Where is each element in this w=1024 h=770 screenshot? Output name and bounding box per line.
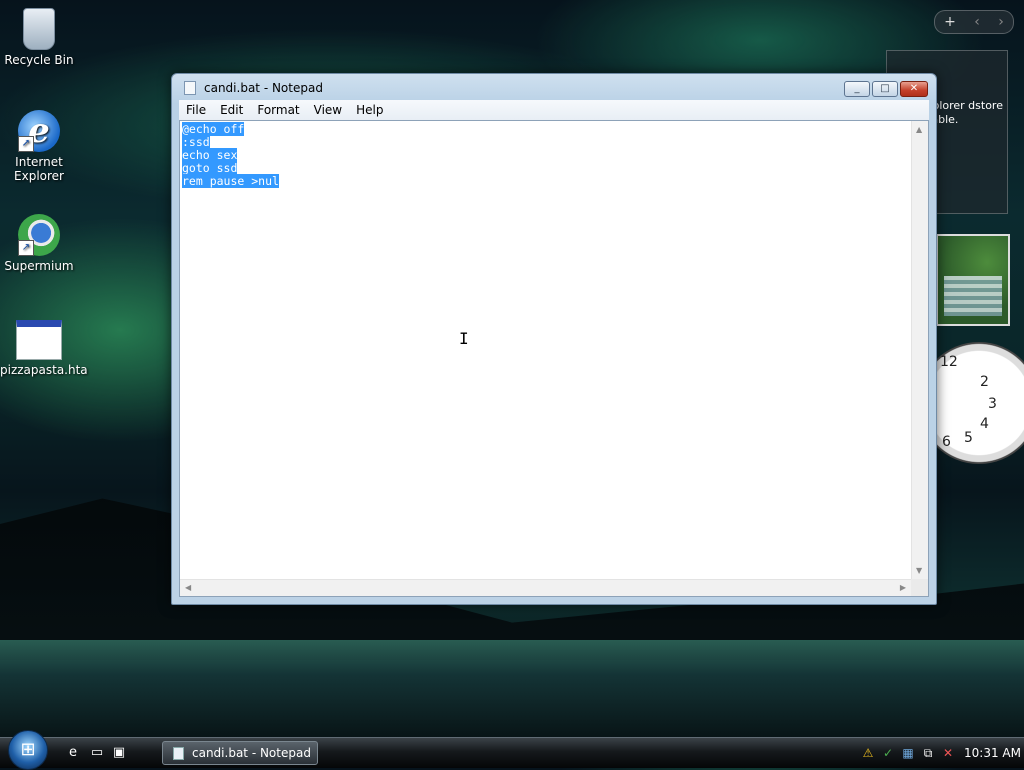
editor-line: goto ssd xyxy=(182,161,238,175)
system-tray: ⚠ ✓ ▦ ⧉ ✕ 10:31 AM xyxy=(856,738,1024,768)
clock-face-12: 12 xyxy=(940,354,958,370)
editor-line: @echo off xyxy=(182,122,245,136)
notepad-window[interactable]: candi.bat - Notepad _ □ ✕ File Edit Form… xyxy=(171,73,937,605)
volume-muted-icon[interactable]: ✕ xyxy=(940,745,956,761)
clock-face-6: 6 xyxy=(942,434,951,450)
taskbar-clock[interactable]: 10:31 AM xyxy=(964,746,1021,760)
menu-file[interactable]: File xyxy=(179,103,213,117)
text-cursor-icon: I xyxy=(459,329,469,348)
sidebar-next-icon[interactable]: › xyxy=(998,14,1004,30)
scroll-down-icon[interactable]: ▼ xyxy=(916,566,922,575)
clock-face-3: 3 xyxy=(988,396,997,412)
switch-windows-icon[interactable]: ▣ xyxy=(110,745,128,761)
desktop-icon-recycle-bin[interactable]: Recycle Bin xyxy=(0,4,78,67)
start-button[interactable]: ⊞ xyxy=(8,730,48,770)
desktop-icon-pizzapasta[interactable]: pizzapasta.hta xyxy=(0,320,88,377)
notepad-icon xyxy=(184,81,196,95)
wallpaper-lake xyxy=(0,640,1024,740)
desktop-icon-label: Recycle Bin xyxy=(4,53,74,67)
taskbar-button-label: candi.bat - Notepad xyxy=(192,746,311,760)
close-button[interactable]: ✕ xyxy=(900,81,928,97)
sidebar-prev-icon[interactable]: ‹ xyxy=(974,14,980,30)
add-gadget-icon[interactable]: + xyxy=(944,14,956,30)
scrollbar-corner xyxy=(911,579,928,596)
update-icon[interactable]: ✓ xyxy=(880,745,896,761)
tray-app-icon[interactable]: ▦ xyxy=(900,745,916,761)
menu-bar: File Edit Format View Help xyxy=(179,100,929,120)
vertical-scrollbar[interactable]: ▲ ▼ xyxy=(911,121,928,579)
notepad-icon xyxy=(173,746,184,760)
text-editor[interactable]: @echo off :ssd echo sex goto ssd rem pau… xyxy=(179,120,929,597)
hta-file-icon xyxy=(16,320,62,360)
taskbar: ⊞ e ▭ ▣ candi.bat - Notepad ⚠ ✓ ▦ ⧉ ✕ 10… xyxy=(0,730,1024,770)
taskbar-button-notepad[interactable]: candi.bat - Notepad xyxy=(162,741,318,765)
internet-explorer-icon: e ↗ xyxy=(18,110,60,152)
window-title: candi.bat - Notepad xyxy=(204,81,323,95)
minimize-button[interactable]: _ xyxy=(844,81,870,97)
clock-face-5: 5 xyxy=(964,430,973,446)
slideshow-gadget[interactable] xyxy=(936,234,1010,326)
menu-help[interactable]: Help xyxy=(349,103,390,117)
maximize-button[interactable]: □ xyxy=(872,81,898,97)
menu-view[interactable]: View xyxy=(307,103,349,117)
editor-text-area[interactable]: @echo off :ssd echo sex goto ssd rem pau… xyxy=(180,121,911,579)
clock-face-4: 4 xyxy=(980,416,989,432)
shortcut-arrow-icon: ↗ xyxy=(18,240,34,256)
menu-format[interactable]: Format xyxy=(250,103,306,117)
menu-edit[interactable]: Edit xyxy=(213,103,250,117)
recycle-bin-icon xyxy=(23,8,55,50)
desktop-icon-label: pizzapasta.hta xyxy=(0,363,88,377)
desktop-icon-internet-explorer[interactable]: e ↗ Internet Explorer xyxy=(0,110,78,183)
desktop-icon-label: Supermium xyxy=(4,259,74,273)
quicklaunch-ie-icon[interactable]: e xyxy=(64,745,82,761)
desktop-icon-supermium[interactable]: ↗ Supermium xyxy=(0,214,78,273)
clock-face-2: 2 xyxy=(980,374,989,390)
horizontal-scrollbar[interactable]: ◀ ▶ xyxy=(180,579,911,596)
scroll-up-icon[interactable]: ▲ xyxy=(916,125,922,134)
desktop-icon-label: Internet Explorer xyxy=(14,155,64,183)
editor-line: echo sex xyxy=(182,148,238,162)
scroll-right-icon[interactable]: ▶ xyxy=(900,583,906,592)
title-bar[interactable]: candi.bat - Notepad _ □ ✕ xyxy=(172,74,936,102)
sidebar-controls: + ‹ › xyxy=(934,10,1014,34)
scroll-left-icon[interactable]: ◀ xyxy=(185,583,191,592)
editor-line: :ssd xyxy=(182,135,210,149)
shortcut-arrow-icon: ↗ xyxy=(18,136,34,152)
editor-line: rem pause >nul xyxy=(182,174,279,188)
show-desktop-icon[interactable]: ▭ xyxy=(88,745,106,761)
network-icon[interactable]: ⧉ xyxy=(920,745,936,761)
security-shield-icon[interactable]: ⚠ xyxy=(860,745,876,761)
supermium-icon: ↗ xyxy=(18,214,60,256)
